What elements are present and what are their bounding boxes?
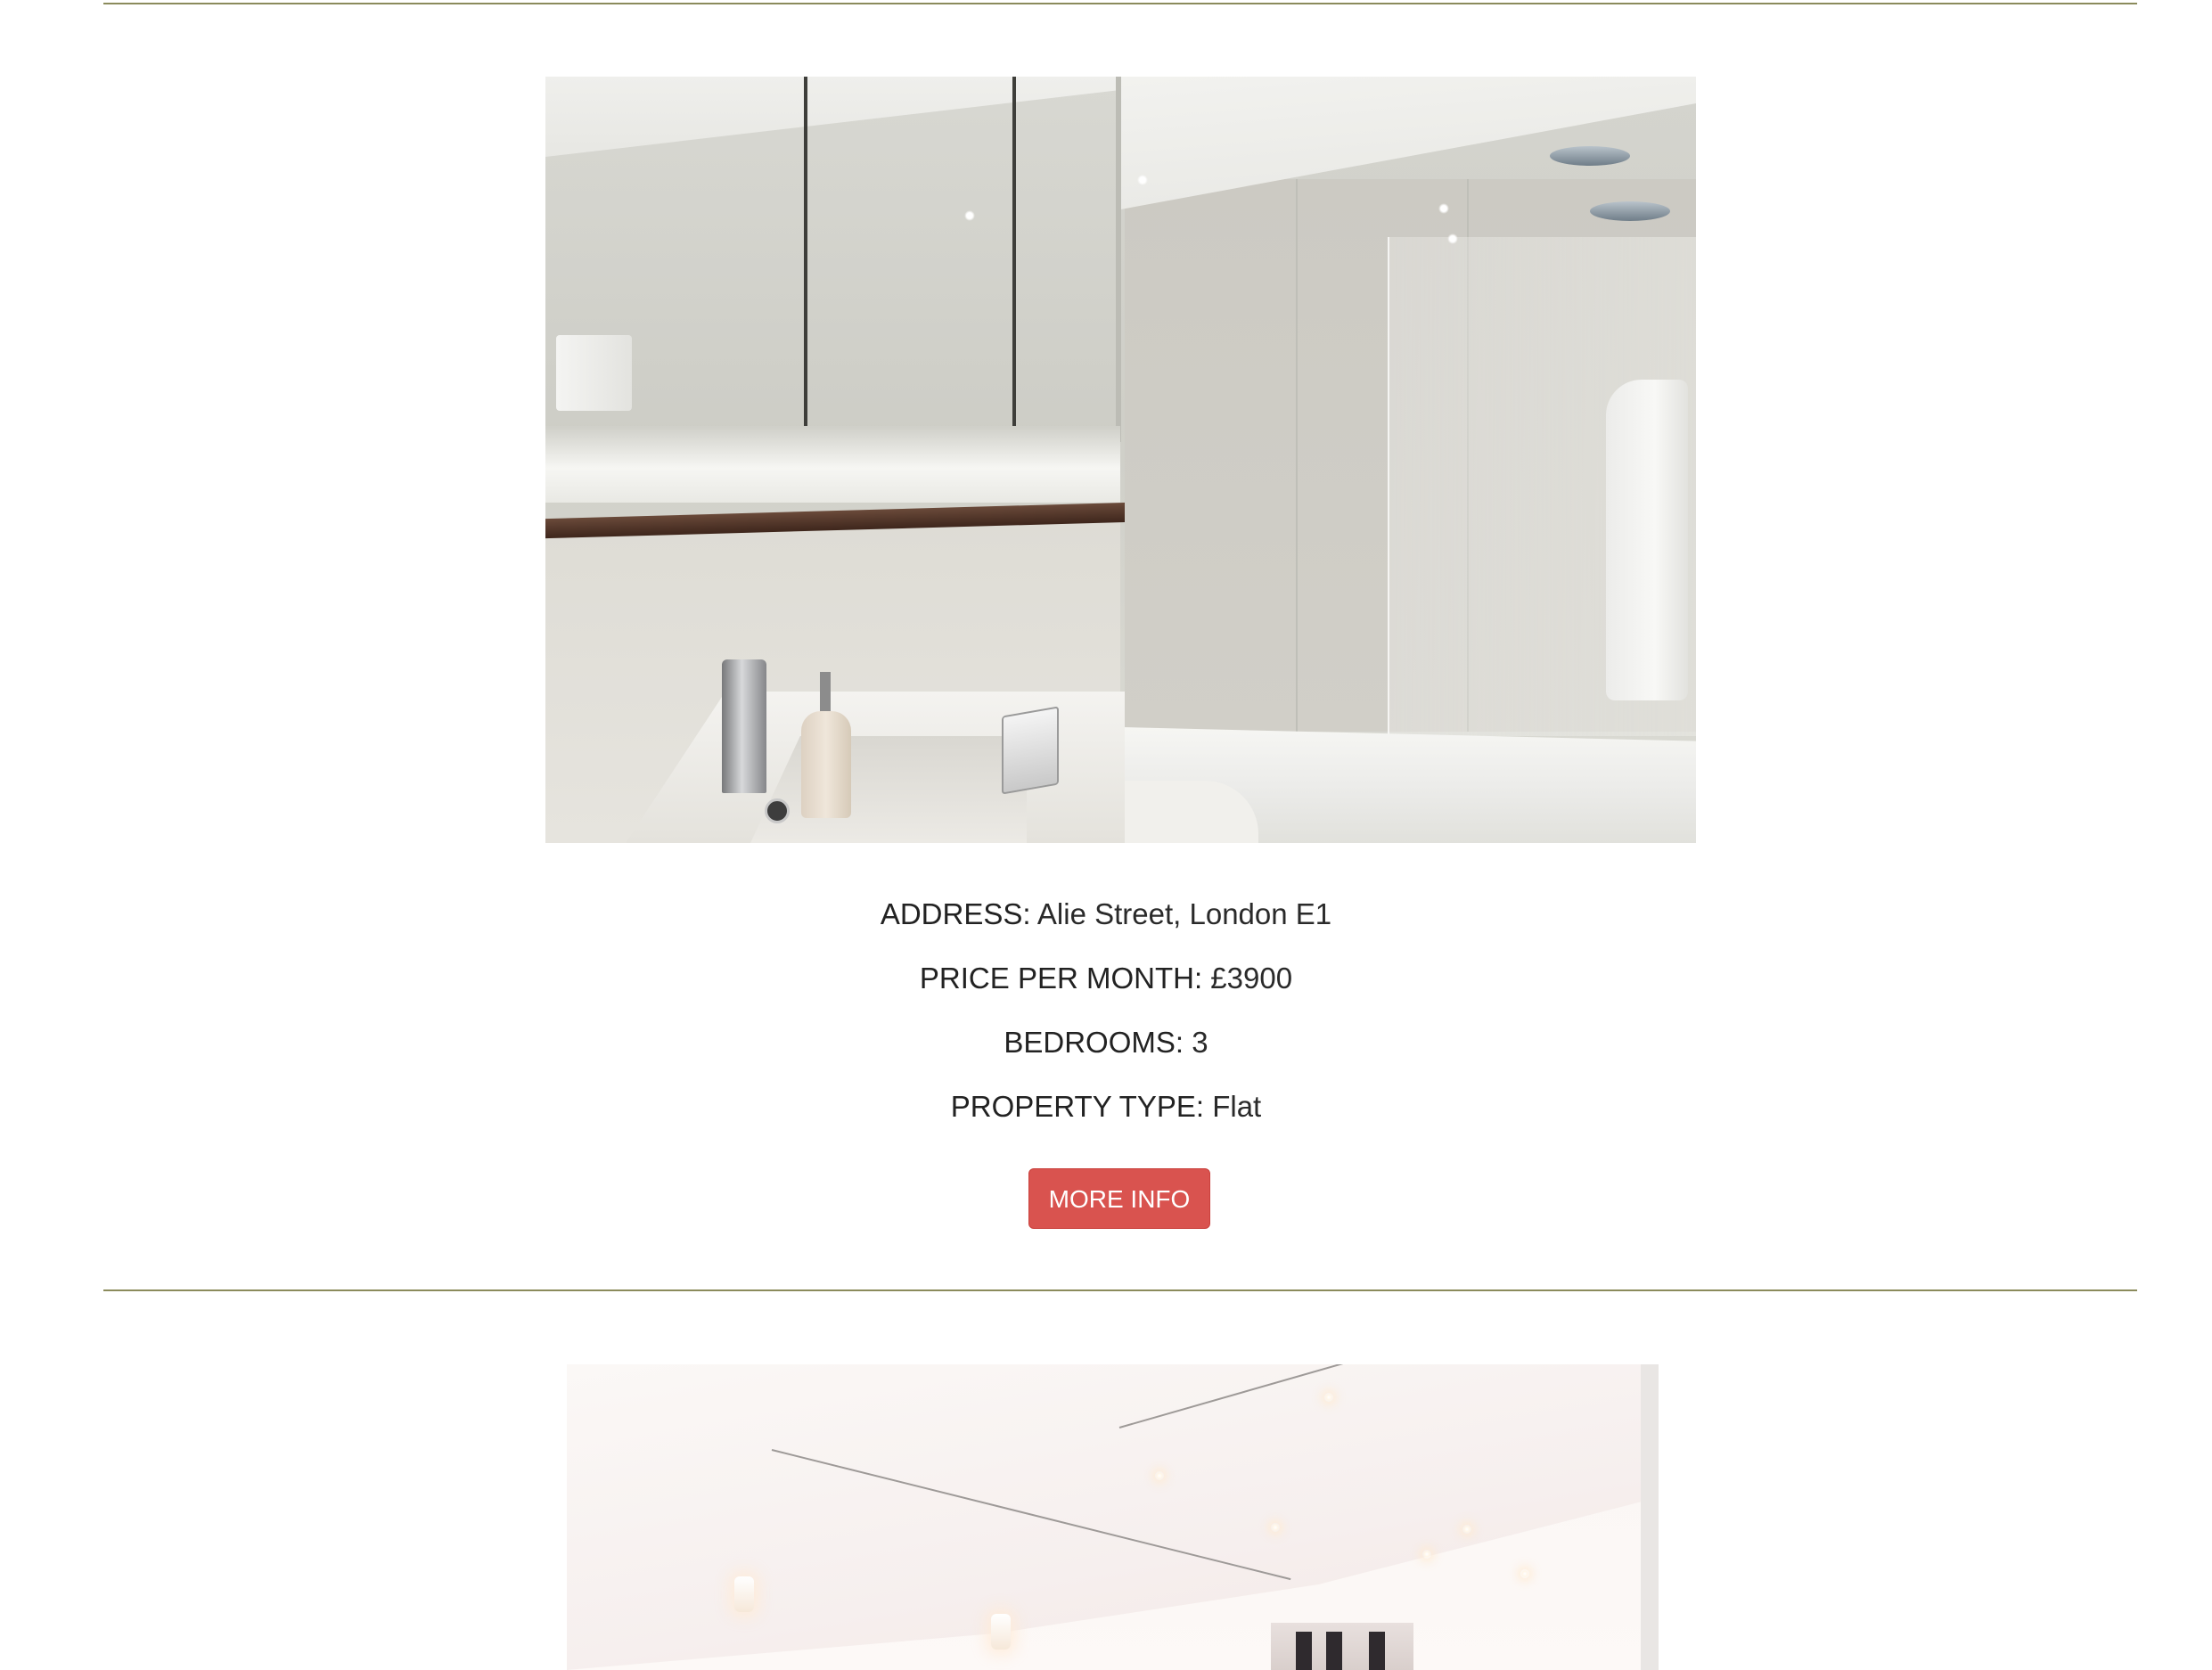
spotlight: [1520, 1569, 1529, 1578]
listing-divider: [103, 3, 2137, 4]
address-row: ADDRESS: Alie Street, London E1: [0, 896, 2212, 932]
address-value: Alie Street, London E1: [1036, 897, 1332, 930]
wall: [1641, 1364, 1659, 1670]
bedrooms-label: BEDROOMS:: [1004, 1026, 1184, 1059]
downlight: [1447, 233, 1458, 244]
shower-head: [1550, 146, 1630, 166]
bedrooms-row: BEDROOMS: 3: [0, 1025, 2212, 1060]
property-type-value: Flat: [1212, 1090, 1262, 1123]
downlight: [1438, 203, 1449, 214]
basin-drain: [765, 798, 790, 823]
address-label: ADDRESS:: [880, 897, 1031, 930]
spotlight: [1324, 1393, 1333, 1402]
flush-plate: [1002, 706, 1059, 795]
mirror-backlight: [545, 426, 1120, 503]
bathrobe: [1606, 380, 1688, 700]
shower-head: [1590, 201, 1670, 221]
mirror-seam: [1012, 77, 1016, 440]
wall-light: [991, 1614, 1011, 1650]
spotlight: [1422, 1550, 1431, 1559]
ceiling: [567, 1364, 1641, 1670]
price-value: £3900: [1210, 962, 1293, 995]
spotlight: [1462, 1525, 1471, 1534]
spotlight: [1271, 1523, 1280, 1532]
price-row: PRICE PER MONTH: £3900: [0, 961, 2212, 996]
downlight: [1137, 175, 1148, 185]
listings-page: ADDRESS: Alie Street, London E1 PRICE PE…: [0, 0, 2212, 1670]
photo-edge: [1659, 1364, 1672, 1670]
wall-light: [734, 1576, 754, 1612]
property-type-row: PROPERTY TYPE: Flat: [0, 1089, 2212, 1125]
mirror-seam: [804, 77, 807, 440]
window: [1326, 1632, 1342, 1670]
window: [1369, 1632, 1385, 1670]
far-wall: [1271, 1623, 1413, 1670]
downlight: [964, 210, 975, 221]
spotlight: [1155, 1471, 1164, 1480]
price-label: PRICE PER MONTH:: [919, 962, 1203, 995]
window: [1296, 1632, 1312, 1670]
soap-pump: [820, 672, 831, 713]
listing-divider: [103, 1289, 2137, 1291]
bedrooms-value: 3: [1192, 1026, 1208, 1059]
soap-dispenser: [801, 711, 851, 818]
towel: [556, 335, 632, 411]
mixer-tap: [722, 659, 766, 793]
more-info-button[interactable]: MORE INFO: [1028, 1168, 1210, 1229]
property-type-label: PROPERTY TYPE:: [950, 1090, 1205, 1123]
property-photo-bathroom[interactable]: [545, 77, 1696, 843]
property-photo-living-room[interactable]: [567, 1364, 1672, 1670]
mirror-frame: [1116, 77, 1121, 442]
